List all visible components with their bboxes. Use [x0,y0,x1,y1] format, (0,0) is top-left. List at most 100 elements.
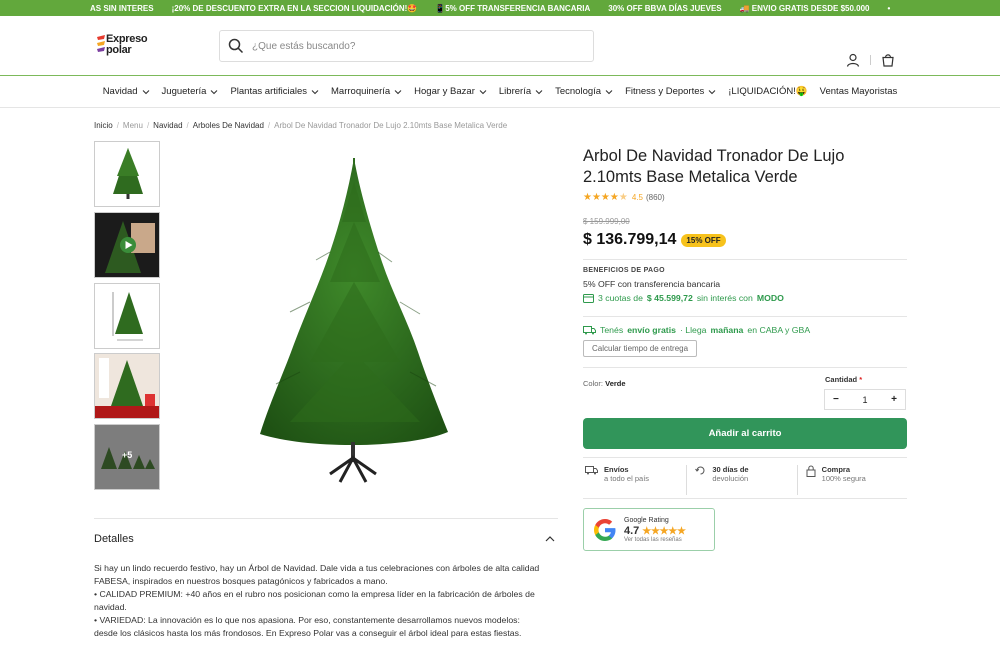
details-paragraph: • VARIEDAD: La innovación es lo que nos … [94,615,522,638]
nav-item-label: Ventas Mayoristas [819,86,898,97]
site-header: Expreso polar [0,16,1000,76]
rating-value: 4.5 [631,193,643,202]
product-rating[interactable]: ★★★★★ 4.5 (860) [583,192,665,203]
nav-item-label: Plantas artificiales [230,86,308,97]
google-rating-value: 4.7 [624,525,640,537]
current-price: $ 136.799,14 [583,231,677,248]
nav-item[interactable]: Juguetería [156,86,225,97]
promo-item: • [887,3,891,13]
promo-item: ¡20% DE DESCUENTO EXTRA EN LA SECCION LI… [171,3,418,13]
return-icon [695,466,705,475]
rating-count: (860) [645,193,665,202]
perk-subtitle: 100% segura [821,474,866,483]
nav-item[interactable]: Fitness y Deportes [619,86,722,97]
quantity-stepper[interactable]: − 1 + [824,389,906,410]
quantity-label: Cantidad * [825,375,863,384]
thumbnail-1[interactable] [94,141,160,207]
truck-icon [583,325,596,334]
nav-item[interactable]: Tecnología [549,86,619,97]
nav-item-label: Hogar y Bazar [414,86,475,97]
nav-item[interactable]: Navidad [97,86,156,97]
color-label: Color: [583,379,604,388]
truck-icon [585,466,598,475]
breadcrumb-item[interactable]: Navidad [153,121,182,130]
chevron-down-icon [535,89,543,94]
nav-item[interactable]: Plantas artificiales [224,86,325,97]
benefits-heading: BENEFICIOS DE PAGO [583,267,665,274]
perk-title: Compra [821,465,850,474]
more-images-label: +5 [122,450,133,460]
shipping-info: Tenés envío gratis · Llega mañana en CAB… [583,325,810,335]
add-to-cart-button[interactable]: Añadir al carrito [583,418,907,449]
decrease-button[interactable]: − [833,394,839,405]
nav-item[interactable]: ¡LIQUIDACIÓN!🤑 [722,86,813,97]
nav-item[interactable]: Marroquinería [325,86,408,97]
nav-item[interactable]: Hogar y Bazar [408,86,493,97]
thumbnail-more[interactable]: +5 [94,424,160,490]
nav-item-label: Fitness y Deportes [625,86,705,97]
nav-item[interactable]: Librería [493,86,549,97]
nav-item-label: ¡LIQUIDACIÓN!🤑 [728,86,808,97]
old-price: $ 159.999,00 [583,217,630,226]
nav-item-label: Tecnología [555,86,602,97]
promo-bar: AS SIN INTERES ¡20% DE DESCUENTO EXTRA EN… [0,0,1000,16]
nav-item-label: Librería [498,86,532,97]
breadcrumb-item: Arbol De Navidad Tronador De Lujo 2.10mt… [274,121,508,130]
logo[interactable]: Expreso polar [96,32,156,60]
chevron-down-icon [311,89,319,94]
search-icon[interactable] [228,38,244,54]
perk-secure: Compra 100% segura [796,465,907,495]
required-mark: * [859,375,863,384]
shipping-free: envío gratis [627,325,676,335]
cuotas-pre: 3 cuotas de [598,293,643,303]
breadcrumb-separator: / [116,121,119,130]
chevron-down-icon [394,89,402,94]
details-paragraph: • CALIDAD PREMIUM: +40 años en el rubro … [94,589,535,612]
breadcrumb-separator: / [186,121,189,130]
google-reviews-link[interactable]: Ver todas las reseñas [624,537,686,543]
user-icon[interactable] [846,53,860,67]
divider [583,259,907,260]
promo-item: AS SIN INTERES [90,3,154,13]
video-thumbnail [95,213,159,277]
perk-title: Envíos [604,465,629,474]
benefit-cuotas: 3 cuotas de $ 45.599,72 sin interés con … [583,293,784,303]
breadcrumb-item[interactable]: Menu [123,121,143,130]
perks-row: Envíos a todo el país 30 días de devolució… [583,465,907,495]
header-actions [846,53,895,67]
google-stars-icon: ★★★★★ [642,525,686,537]
promo-item: 📱5% OFF TRANSFERENCIA BANCARIA [435,3,591,13]
chevron-down-icon [708,89,716,94]
divider [583,316,907,317]
thumbnail-3[interactable] [94,283,160,349]
details-accordion[interactable]: Detalles [94,518,558,545]
thumbnail-4[interactable] [94,353,160,419]
main-product-image[interactable] [250,152,460,492]
chevron-down-icon [142,89,149,94]
rating-stars-icon: ★★★★★ [583,192,628,203]
credit-card-icon [583,293,594,303]
breadcrumb-item[interactable]: Inicio [94,121,113,130]
tree-dimensions-thumbnail [112,292,143,341]
shipping-when: mañana [710,325,744,335]
search-input[interactable] [252,40,572,52]
color-value: Verde [605,379,626,388]
increase-button[interactable]: + [891,394,897,405]
search-bar[interactable] [219,30,594,62]
calculate-delivery-button[interactable]: Calcular tiempo de entrega [583,340,698,357]
perk-shipping: Envíos a todo el país [583,465,686,495]
promo-item: 30% OFF BBVA DÍAS JUEVES [608,3,722,13]
chevron-up-icon[interactable] [544,533,556,545]
shipping-mid: · Llega [679,325,707,335]
google-rating-title: Google Rating [624,517,669,524]
divider [870,55,871,65]
breadcrumb-item[interactable]: Arboles De Navidad [193,121,264,130]
google-rating-badge[interactable]: Google Rating 4.7 ★★★★★ Ver todas las res… [583,508,715,551]
nav-item[interactable]: Ventas Mayoristas [814,86,904,97]
product-title: Arbol De Navidad Tronador De Lujo 2.10mt… [583,147,845,186]
cuotas-post: sin interés con [696,293,753,303]
color-selector: Color: Verde [583,379,626,388]
cart-icon[interactable] [881,53,895,67]
thumbnail-video[interactable] [94,212,160,278]
main-nav: Navidad Juguetería Plantas artificiales Mar… [0,76,1000,108]
